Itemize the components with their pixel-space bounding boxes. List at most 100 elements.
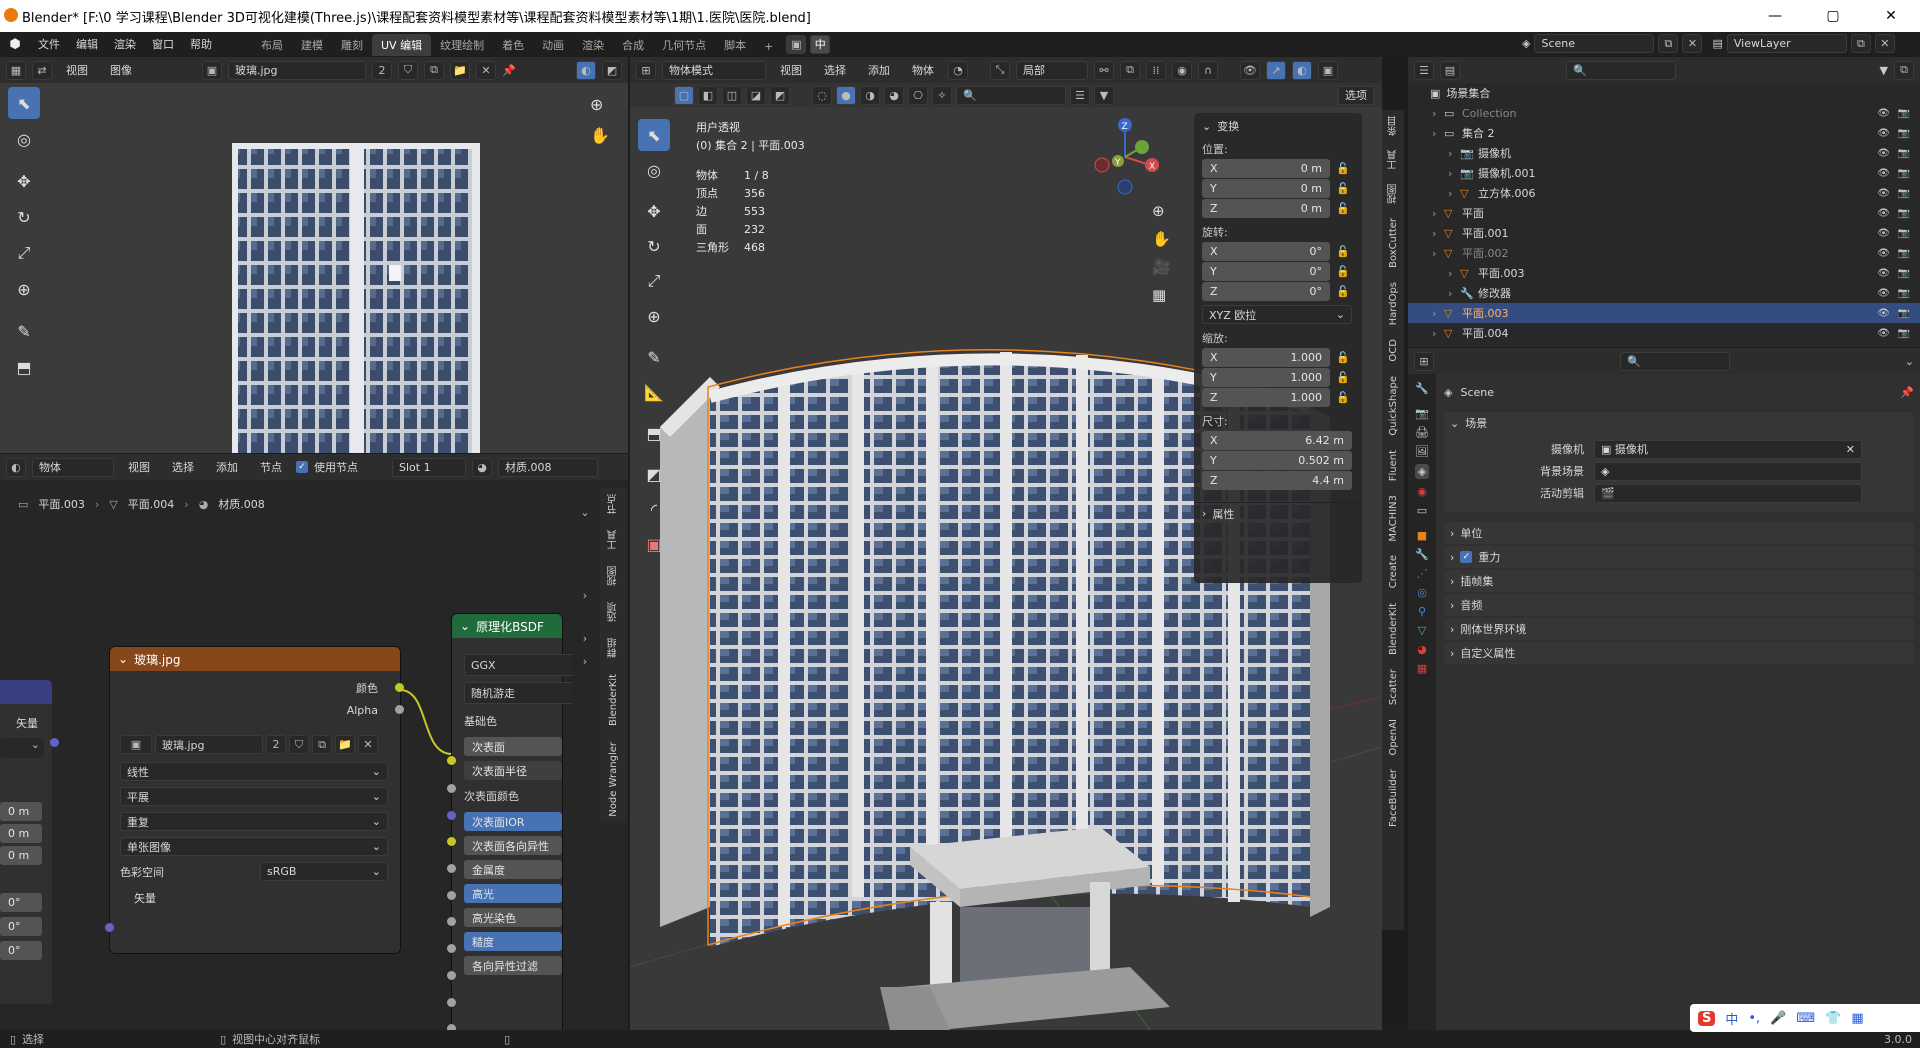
vp-ortho-toggle-icon[interactable]: ▦ xyxy=(1152,286,1171,304)
constraints-tab-icon[interactable]: ⚲ xyxy=(1418,605,1426,618)
proportional-edit-icon[interactable]: ◉ xyxy=(1172,60,1192,80)
viewport-menu-view[interactable]: 视图 xyxy=(772,62,810,78)
tab-animation[interactable]: 动画 xyxy=(533,34,573,56)
language-badge[interactable]: 中 xyxy=(810,34,831,54)
menu-window[interactable]: 窗口 xyxy=(144,36,182,52)
select-tool-icon[interactable]: ⬉ xyxy=(8,87,40,119)
camera-field[interactable]: ▣ 摄像机 ✕ xyxy=(1594,439,1862,459)
ime-voice-icon[interactable]: 🎤 xyxy=(1770,1011,1786,1026)
move-tool-icon[interactable]: ✥ xyxy=(8,165,40,197)
render-visibility-icon[interactable]: 📷 xyxy=(1898,148,1910,159)
vp-boolean-tool-icon[interactable]: ▣ xyxy=(638,528,670,560)
minimize-button[interactable]: — xyxy=(1746,0,1804,32)
outliner-item[interactable]: › ▽ 平面.004 👁 📷 xyxy=(1408,323,1920,343)
tab-modeling[interactable]: 建模 xyxy=(292,34,332,56)
tab-sculpting[interactable]: 雕刻 xyxy=(332,34,372,56)
image-node-users[interactable]: 2 xyxy=(266,735,286,754)
vector-output-socket[interactable] xyxy=(50,738,59,747)
collection-tab-icon[interactable]: ▭ xyxy=(1417,504,1427,517)
keying-sets-panel[interactable]: › 插帧集 xyxy=(1444,570,1914,592)
subsurface-socket[interactable] xyxy=(447,784,456,793)
menu-render[interactable]: 渲染 xyxy=(106,36,144,52)
workspace-toggle-icon[interactable]: ▣ xyxy=(786,34,807,54)
vp-sidetab-quickshape[interactable]: QuickShape xyxy=(1388,370,1399,442)
lock-icon[interactable]: 🔓 xyxy=(1336,391,1350,404)
expand-chevron-icon[interactable]: › xyxy=(1432,327,1444,340)
editor-type-icon[interactable]: ▦ xyxy=(6,60,26,80)
visibility-eye-icon[interactable]: 👁 xyxy=(1877,108,1890,119)
partial-loc-z[interactable]: 0 m xyxy=(0,846,42,865)
visibility-eye-icon[interactable]: 👁 xyxy=(1877,188,1890,199)
rotation-mode-dropdown[interactable]: XYZ 欧拉 ⌄ xyxy=(1202,305,1352,324)
3d-viewport[interactable]: ⊞ 物体模式 视图 选择 添加 物体 ◔ ⤡ 局部 ⚯ ⧉ ⁞⁞ ◉ ∩ 👁 ↗… xyxy=(630,57,1382,1030)
vp-boxcutter-icon[interactable]: ◩ xyxy=(638,458,670,490)
image-node-browse-icon[interactable]: ▣ xyxy=(120,735,152,754)
uv-pan-icon[interactable]: ✋ xyxy=(590,126,610,145)
outliner-item[interactable]: › 🔧 修改器 👁 📷 xyxy=(1408,283,1920,303)
viewport-menu-select[interactable]: 选择 xyxy=(816,62,854,78)
transform-tool-icon[interactable]: ⊕ xyxy=(8,273,40,305)
vp-sidetab-openai[interactable]: OpenAI xyxy=(1388,713,1399,762)
display-mode-icon[interactable]: ▤ xyxy=(1440,60,1460,80)
clear-camera-icon[interactable]: ✕ xyxy=(1846,443,1855,456)
ime-skin-icon[interactable]: 👕 xyxy=(1825,1011,1841,1026)
view-layer-tab-icon[interactable]: 🖼 xyxy=(1415,445,1429,458)
tab-geometry-nodes[interactable]: 几何节点 xyxy=(653,34,715,56)
collapse-chevron-icon[interactable]: ⌄ xyxy=(460,619,470,633)
uv-image-name[interactable]: 玻璃.jpg xyxy=(228,60,366,80)
sidebar-arrow-icon[interactable]: › xyxy=(583,632,587,645)
node-sidetab-group[interactable]: 群组 xyxy=(606,632,621,664)
expand-chevron-icon[interactable]: › xyxy=(1432,247,1444,260)
collapse-chevron-icon[interactable]: ⌄ xyxy=(1202,120,1211,133)
vp-cursor-tool-icon[interactable]: ◎ xyxy=(638,154,670,186)
scale-tool-icon[interactable]: ⤢ xyxy=(8,237,40,269)
vp-sidetab-boxcutter[interactable]: BoxCutter xyxy=(1388,212,1399,274)
image-node-open-icon[interactable]: 📁 xyxy=(335,735,355,754)
output-tab-icon[interactable]: 🖨 xyxy=(1415,426,1429,439)
sogou-logo-icon[interactable]: S xyxy=(1698,1010,1716,1026)
outliner-item[interactable]: › ▽ 平面.001 👁 📷 xyxy=(1408,223,1920,243)
subsurface-anisotropy-socket[interactable] xyxy=(447,891,456,900)
scene-selector[interactable]: Scene xyxy=(1534,34,1655,53)
render-visibility-icon[interactable]: 📷 xyxy=(1898,108,1910,119)
visibility-eye-icon[interactable]: 👁 xyxy=(1877,248,1890,259)
units-panel[interactable]: › 单位 xyxy=(1444,522,1914,544)
vp-move-tool-icon[interactable]: ✥ xyxy=(638,195,670,227)
collapse-chevron-icon[interactable]: ⌄ xyxy=(118,652,128,666)
properties-search-input[interactable]: 🔍 xyxy=(1620,351,1730,371)
lock-icon[interactable]: 🔓 xyxy=(1336,351,1350,364)
object-tab-icon[interactable]: ■ xyxy=(1417,529,1427,542)
render-visibility-icon[interactable]: 📷 xyxy=(1898,128,1910,139)
partial-loc-x[interactable]: 0 m xyxy=(0,802,42,821)
alpha-output-socket[interactable] xyxy=(395,705,404,714)
navigation-gizmo[interactable]: Z X Y xyxy=(1090,117,1160,197)
expand-chevron-icon[interactable]: › xyxy=(1202,507,1206,520)
distribution-dropdown[interactable]: GGX xyxy=(464,654,574,676)
vp-add-cube-icon[interactable]: ⬒ xyxy=(638,417,670,449)
render-visibility-icon[interactable]: 📷 xyxy=(1898,188,1910,199)
bsdf-input-subsurface-anisotropy[interactable]: 次表面各向异性 xyxy=(464,836,562,855)
node-sidetab-options[interactable]: 选项 xyxy=(606,596,621,628)
vp-sidetab-ocd[interactable]: OCD xyxy=(1388,333,1399,368)
subsurface-color-socket[interactable] xyxy=(447,837,456,846)
bsdf-input-metallic[interactable]: 金属度 xyxy=(464,860,562,879)
shading-rendered-icon[interactable]: ◕ xyxy=(884,85,904,105)
transform-orientation-icon[interactable]: ⤡ xyxy=(990,60,1010,80)
audio-panel[interactable]: › 音频 xyxy=(1444,594,1914,616)
vp-sidetab-item[interactable]: 条目 xyxy=(1386,110,1401,142)
outliner-item[interactable]: › 📷 摄像机.001 👁 📷 xyxy=(1408,163,1920,183)
image-node-header[interactable]: ⌄ 玻璃.jpg xyxy=(110,647,400,671)
blender-menu-icon[interactable]: ⬢ xyxy=(0,37,30,52)
properties-editor-type-icon[interactable]: ⊞ xyxy=(1414,351,1434,371)
colorspace-dropdown[interactable]: sRGB ⌄ xyxy=(260,862,388,881)
select-mode-new-icon[interactable]: ▢ xyxy=(674,85,694,105)
partial-dropdown[interactable]: ⌄ xyxy=(0,738,44,758)
vp-rotate-tool-icon[interactable]: ↻ xyxy=(638,230,670,262)
outliner-item[interactable]: › ▭ Collection 👁 📷 xyxy=(1408,103,1920,123)
color-output-socket[interactable] xyxy=(395,683,404,692)
render-visibility-icon[interactable]: 📷 xyxy=(1898,268,1910,279)
vp-sidetab-blenderkit[interactable]: BlenderKit xyxy=(1388,597,1399,661)
pin-icon[interactable]: 📌 xyxy=(502,64,516,77)
delete-viewlayer-icon[interactable]: ✕ xyxy=(1874,34,1895,53)
subsurface-radius-socket[interactable] xyxy=(447,811,456,820)
